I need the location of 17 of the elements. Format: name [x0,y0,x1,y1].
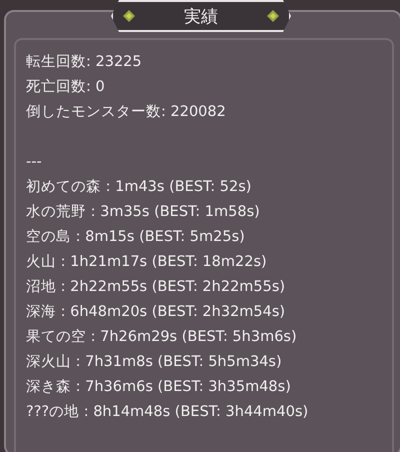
diamond-icon [267,10,279,22]
record-text: 沼地 : 2h22m55s (BEST: 2h22m55s) [26,278,286,297]
record-text: ???の地 : 8h14m48s (BEST: 3h44m40s) [26,403,310,422]
stat-text: 転生回数: 23225 [26,53,143,72]
stat-text: 倒したモンスター数: 220082 [26,103,227,122]
record-text: 果ての空 : 7h26m29s (BEST: 5h3m6s) [26,328,298,347]
record-text: 深き森 : 7h36m6s (BEST: 3h35m48s) [26,378,292,397]
separator-text: --- [26,153,43,172]
window-title: 実績 [184,6,218,28]
record-text: 空の島 : 8m15s (BEST: 5m25s) [26,228,246,247]
record-text: 初めての森 : 1m43s (BEST: 52s) [26,178,252,197]
record-text: 水の荒野 : 3m35s (BEST: 1m58s) [26,203,261,222]
record-text: 深海 : 6h48m20s (BEST: 2h32m54s) [26,303,286,322]
stat-text: 死亡回数: 0 [26,78,106,97]
diamond-icon [123,10,135,22]
record-text: 深火山 : 7h31m8s (BEST: 5h5m34s) [26,353,283,372]
record-text: 火山 : 1h21m17s (BEST: 18m22s) [26,253,268,272]
